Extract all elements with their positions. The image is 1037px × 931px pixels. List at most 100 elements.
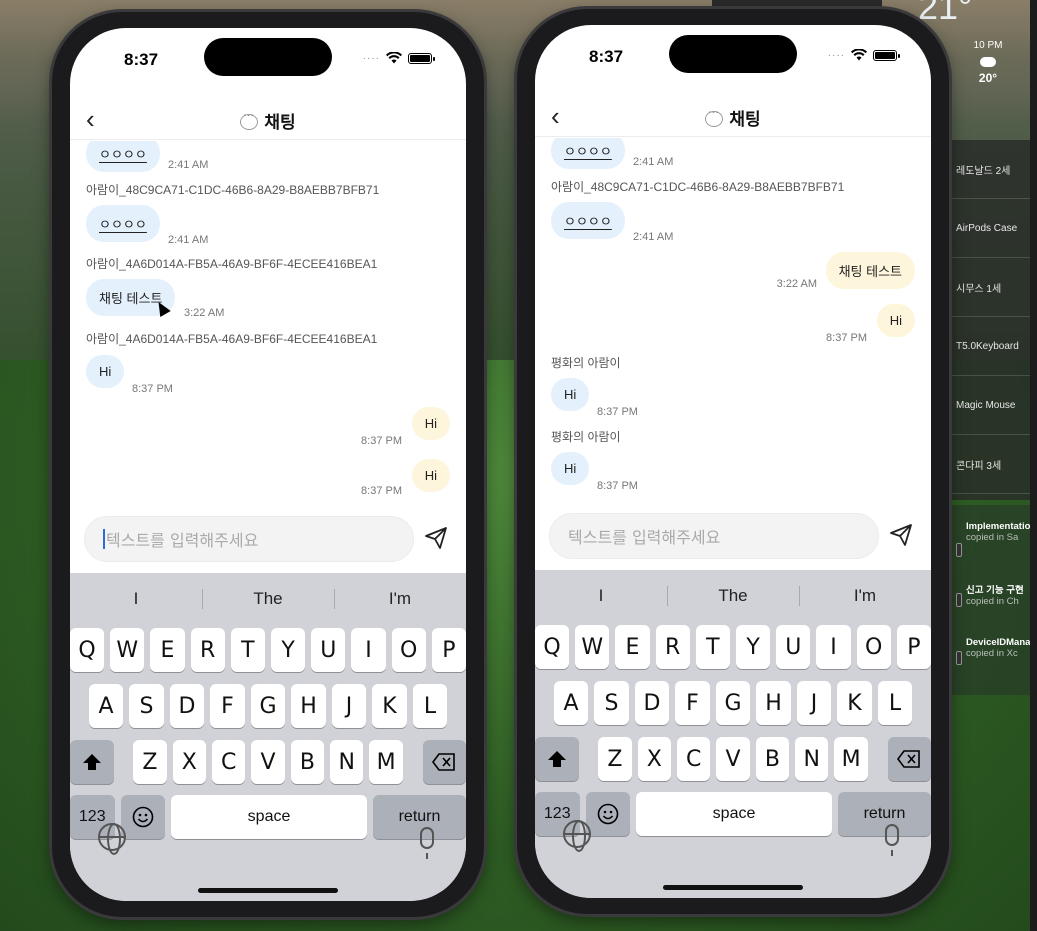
key[interactable]: K [837,681,872,725]
key[interactable]: V [716,737,750,781]
device-item[interactable]: 콘다피 3세 [952,435,1034,494]
key[interactable]: B [755,737,790,781]
send-icon[interactable] [424,526,448,550]
key[interactable]: Y [271,628,306,672]
key[interactable]: M [834,737,868,781]
delete-key[interactable] [887,737,931,781]
emoji-key[interactable] [120,795,166,839]
clip-item[interactable]: 신고 기능 구현 copied in Ch [966,585,1034,607]
key[interactable]: C [211,740,246,784]
key[interactable]: F [675,681,710,725]
key[interactable]: G [715,681,751,725]
key[interactable]: C [676,737,711,781]
key[interactable]: E [615,625,650,669]
key[interactable]: F [210,684,245,728]
device-item[interactable]: T5.0Keyboard [952,317,1034,376]
message-bubble-outgoing[interactable]: 채팅 테스트 [825,252,915,289]
key[interactable]: Q [535,625,570,669]
key[interactable]: H [291,684,326,728]
key[interactable]: H [756,681,791,725]
message-input[interactable]: 텍스트를 입력해주세요 [84,516,414,562]
key[interactable]: S [594,681,629,725]
message-bubble-incoming[interactable]: Hi [551,378,590,411]
key[interactable]: O [856,625,891,669]
key[interactable]: D [634,681,670,725]
message-bubble-incoming[interactable]: ㅇㅇㅇㅇ [86,141,160,172]
shift-key[interactable] [70,740,114,784]
key[interactable]: W [110,628,145,672]
key[interactable]: X [637,737,671,781]
key[interactable]: L [877,681,913,725]
space-key[interactable]: space [171,795,367,839]
device-item[interactable]: AirPods Case [952,199,1034,258]
key[interactable]: S [129,684,164,728]
suggestion-item[interactable]: The [202,579,334,619]
device-item[interactable]: Magic Mouse [952,376,1034,435]
key[interactable]: A [88,684,124,728]
message-bubble-outgoing[interactable]: Hi [876,304,915,337]
microphone-icon[interactable] [420,827,434,859]
key[interactable]: W [575,625,610,669]
key[interactable]: J [796,681,832,725]
shift-key[interactable] [535,737,579,781]
key[interactable]: K [372,684,407,728]
key[interactable]: A [553,681,589,725]
message-bubble-outgoing[interactable]: Hi [411,459,450,492]
home-indicator[interactable] [663,885,803,890]
clip-item[interactable]: Implementation reporting fu copied in Sa [966,521,1034,543]
key[interactable]: Z [598,737,632,781]
suggestion-item[interactable]: The [667,576,799,616]
message-bubble-incoming[interactable]: ㅇㅇㅇㅇ [551,202,625,239]
suggestion-item[interactable]: I'm [334,579,466,619]
key[interactable]: N [330,740,364,784]
key[interactable]: P [896,625,931,669]
key[interactable]: Z [133,740,167,784]
microphone-icon[interactable] [885,824,899,856]
key[interactable]: L [412,684,448,728]
message-list[interactable]: ㅇㅇㅇㅇ 2:41 AM 아람이_48C9CA71-C1DC-46B6-8A29… [70,141,466,511]
message-bubble-outgoing[interactable]: Hi [411,407,450,440]
suggestion-item[interactable]: I'm [799,576,931,616]
status-time: 8:37 [124,50,159,69]
message-input[interactable]: 텍스트를 입력해주세요 [549,513,879,559]
message-bubble-incoming[interactable]: Hi [86,355,125,388]
suggestion-item[interactable]: I [70,579,202,619]
key[interactable]: V [251,740,285,784]
key[interactable]: Y [736,625,771,669]
message-list[interactable]: ㅇㅇㅇㅇ 2:41 AM 아람이_48C9CA71-C1DC-46B6-8A29… [535,138,931,508]
message-bubble-incoming[interactable]: ㅇㅇㅇㅇ [86,205,160,242]
key[interactable]: T [695,625,730,669]
message-bubble-incoming[interactable]: ㅇㅇㅇㅇ [551,138,625,169]
key[interactable]: P [431,628,466,672]
globe-icon[interactable] [98,823,126,855]
key[interactable]: R [655,625,690,669]
key[interactable]: E [150,628,185,672]
key[interactable]: T [230,628,265,672]
space-key[interactable]: space [636,792,832,836]
key[interactable]: J [331,684,367,728]
device-item[interactable]: 레도날드 2세 [952,140,1034,199]
device-item[interactable]: 시무스 1세 [952,258,1034,317]
home-indicator[interactable] [198,888,338,893]
message-time: 8:37 PM [361,435,402,447]
send-icon[interactable] [889,523,913,547]
key[interactable]: M [369,740,403,784]
globe-icon[interactable] [563,820,591,852]
suggestion-item[interactable]: I [535,576,667,616]
key[interactable]: R [190,628,225,672]
key[interactable]: U [311,628,346,672]
emoji-key[interactable] [585,792,631,836]
key[interactable]: B [290,740,325,784]
key[interactable]: I [816,625,851,669]
key[interactable]: O [391,628,426,672]
key[interactable]: D [169,684,205,728]
key[interactable]: I [351,628,386,672]
message-bubble-incoming[interactable]: Hi [551,452,590,485]
key[interactable]: X [172,740,206,784]
clip-item[interactable]: DeviceIDManager.getID copied in Xc [966,637,1034,659]
delete-key[interactable] [422,740,466,784]
key[interactable]: Q [70,628,105,672]
key[interactable]: U [776,625,811,669]
key[interactable]: N [795,737,829,781]
key[interactable]: G [250,684,286,728]
